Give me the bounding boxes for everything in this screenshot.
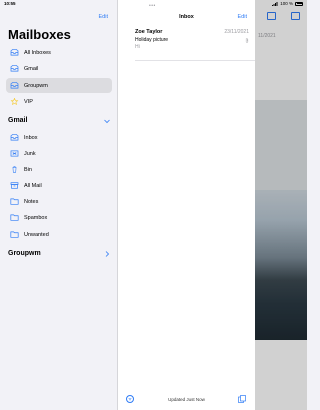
inbox-tray-icon xyxy=(10,134,19,141)
status-time: 10:55 xyxy=(4,1,16,6)
attachment-icon xyxy=(245,38,249,43)
archive-icon xyxy=(10,182,19,189)
mailboxes-sidebar: Edit Mailboxes All Inboxes Gmail Groupwm… xyxy=(0,0,118,410)
sidebar-item-all-inboxes[interactable]: All Inboxes xyxy=(6,45,112,60)
battery-icon xyxy=(295,1,303,6)
sidebar-item-groupwm[interactable]: Groupwm xyxy=(6,78,112,93)
sidebar-item-label: Notes xyxy=(24,198,39,205)
sidebar-item-vip[interactable]: VIP xyxy=(6,94,112,109)
sidebar-item-label: Spambox xyxy=(24,214,48,221)
sidebar-item-label: All Mail xyxy=(24,182,42,189)
sidebar-item-label: VIP xyxy=(24,98,33,105)
status-right: 100 % xyxy=(272,1,303,6)
mail-subject: Holiday picture xyxy=(135,37,169,43)
sidebar-item-label: Groupwm xyxy=(24,82,48,89)
sidebar-item-inbox[interactable]: Inbox xyxy=(6,130,112,145)
list-item[interactable]: Zoe Taylor 23/11/2021 Holiday picture Hi xyxy=(135,29,255,61)
sidebar-item-notes[interactable]: Notes xyxy=(6,194,112,209)
sidebar-item-label: All Inboxes xyxy=(24,49,51,56)
sidebar-item-all-mail[interactable]: All Mail xyxy=(6,178,112,193)
folder-icon xyxy=(10,198,19,205)
sidebar-item-unwanted[interactable]: Unwanted xyxy=(6,227,112,242)
inbox-tray-icon xyxy=(10,65,19,72)
sidebar-item-label: Bin xyxy=(24,166,32,173)
sidebar-item-label: Unwanted xyxy=(24,231,49,238)
list-title: Inbox xyxy=(179,14,194,20)
sidebar-item-bin[interactable]: Bin xyxy=(6,162,112,177)
mail-date: 23/11/2021 xyxy=(224,29,249,35)
section-header-groupwm[interactable]: Groupwm xyxy=(8,250,41,257)
inbox-tray-icon xyxy=(10,49,19,56)
battery-percent: 100 % xyxy=(280,1,293,6)
sidebar-item-junk[interactable]: Junk xyxy=(6,146,112,161)
sidebar-item-label: Inbox xyxy=(24,134,38,141)
sidebar-item-label: Junk xyxy=(24,150,36,157)
section-header-gmail[interactable]: Gmail xyxy=(8,117,27,124)
chevron-right-icon[interactable] xyxy=(105,251,110,257)
sidebar-title: Mailboxes xyxy=(8,27,71,42)
folder-icon xyxy=(10,214,19,221)
folder-icon xyxy=(10,231,19,238)
compose-new-icon[interactable] xyxy=(238,395,246,403)
mail-preview: Hi xyxy=(135,44,140,50)
sidebar-item-spambox[interactable]: Spambox xyxy=(6,210,112,225)
junk-icon xyxy=(10,150,19,157)
inbox-tray-icon xyxy=(10,82,19,89)
list-edit-button[interactable]: Edit xyxy=(238,14,247,20)
update-status: Updated Just Now xyxy=(168,397,205,402)
mail-sender: Zoe Taylor xyxy=(135,29,163,35)
dim-overlay[interactable] xyxy=(255,0,307,410)
star-icon xyxy=(10,98,19,105)
status-bar: 10:55 100 % xyxy=(0,0,307,8)
message-list-pane: ••• Inbox Edit Zoe Taylor 23/11/2021 Hol… xyxy=(118,0,255,410)
sidebar-item-gmail[interactable]: Gmail xyxy=(6,61,112,76)
sidebar-item-label: Gmail xyxy=(24,65,39,72)
signal-icon xyxy=(272,1,278,6)
chevron-down-icon[interactable] xyxy=(104,119,110,124)
sidebar-edit-button[interactable]: Edit xyxy=(99,14,108,20)
trash-icon xyxy=(12,166,17,173)
